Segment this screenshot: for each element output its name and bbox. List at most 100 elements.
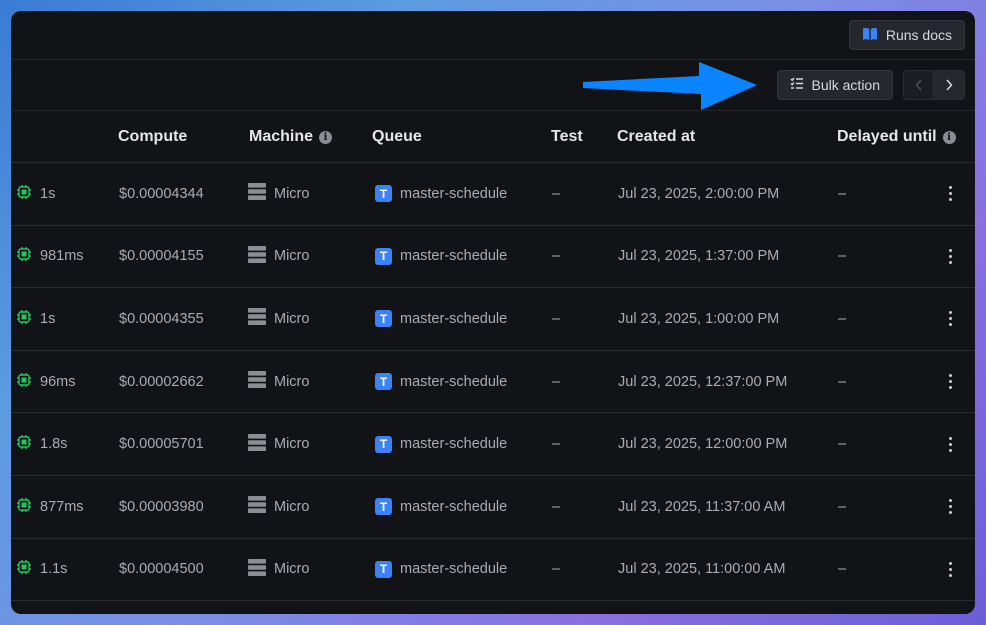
table-row[interactable]: 1.8s $0.00005701 Micro T master-schedule… [11, 413, 975, 476]
task-queue-icon: T [375, 185, 392, 203]
table-row[interactable]: 981ms $0.00004155 Micro T master-schedul… [11, 226, 975, 289]
row-menu-button[interactable] [949, 351, 952, 413]
column-created-at[interactable]: Created at [617, 128, 695, 146]
duration-value: 1.8s [40, 436, 68, 453]
cpu-icon [16, 434, 32, 454]
row-menu-button[interactable] [949, 226, 952, 288]
created-at-value: Jul 23, 2025, 1:37:00 PM [618, 248, 780, 265]
test-cell: – [552, 539, 560, 601]
row-menu-button[interactable] [949, 476, 952, 538]
more-vertical-icon [949, 436, 952, 452]
server-icon [248, 245, 266, 267]
queue-value: master-schedule [400, 436, 508, 453]
table-row[interactable]: 96ms $0.00002662 Micro T master-schedule… [11, 351, 975, 414]
queue-value: master-schedule [400, 248, 508, 265]
column-delayed-label: Delayed until [837, 128, 937, 145]
duration-cell: 877ms [16, 476, 84, 538]
machine-value: Micro [274, 436, 310, 453]
next-page-button[interactable] [934, 70, 965, 100]
duration-cell: 1s [16, 163, 55, 225]
test-value: – [552, 561, 561, 578]
runs-docs-label: Runs docs [885, 27, 952, 43]
machine-cell: Micro [248, 351, 309, 413]
column-test-label: Test [551, 128, 583, 145]
machine-value: Micro [274, 185, 310, 202]
created-at-value: Jul 23, 2025, 11:00:00 AM [618, 561, 786, 578]
machine-value: Micro [274, 498, 310, 515]
delayed-until-value: – [838, 310, 847, 327]
queue-value: master-schedule [400, 373, 508, 390]
test-value: – [552, 373, 561, 390]
duration-cell: 1.1s [16, 539, 67, 601]
created-at-value: Jul 23, 2025, 12:37:00 PM [618, 373, 788, 390]
delayed-until-value: – [838, 561, 847, 578]
compute-cell: $0.00005701 [119, 413, 204, 475]
cpu-icon [16, 372, 32, 392]
delayed-until-cell: – [838, 351, 846, 413]
table-row[interactable]: 1.1s $0.00004500 Micro T master-schedule… [11, 539, 975, 602]
test-value: – [552, 310, 561, 327]
compute-cost: $0.00003980 [119, 498, 204, 515]
column-queue[interactable]: Queue [372, 128, 422, 146]
cpu-icon [16, 246, 32, 266]
column-delayed-until[interactable]: Delayed until i [837, 128, 956, 146]
compute-cell: $0.00002662 [119, 351, 204, 413]
test-cell: – [552, 163, 560, 225]
info-icon[interactable]: i [319, 130, 333, 144]
queue-cell: T master-schedule [375, 226, 507, 288]
table-row[interactable]: 1s $0.00004344 Micro T master-schedule –… [11, 163, 975, 226]
book-icon [862, 27, 878, 44]
queue-cell: T master-schedule [375, 163, 507, 225]
test-value: – [552, 498, 561, 515]
test-cell: – [552, 413, 560, 475]
duration-value: 1.1s [40, 561, 68, 578]
machine-cell: Micro [248, 476, 309, 538]
bulk-action-button[interactable]: Bulk action [776, 70, 893, 100]
table-row[interactable]: 1s $0.00004355 Micro T master-schedule –… [11, 288, 975, 351]
column-compute-label: Compute [118, 128, 188, 145]
cpu-icon [16, 184, 32, 204]
queue-cell: T master-schedule [375, 413, 507, 475]
machine-cell: Micro [248, 226, 309, 288]
previous-page-button[interactable] [903, 70, 934, 100]
machine-value: Micro [274, 561, 310, 578]
column-compute[interactable]: Compute [118, 128, 187, 146]
test-cell: – [552, 288, 560, 350]
machine-value: Micro [274, 310, 310, 327]
compute-cost: $0.00004155 [119, 248, 204, 265]
compute-cost: $0.00005701 [119, 436, 204, 453]
compute-cell: $0.00003980 [119, 476, 204, 538]
table-body: 1s $0.00004344 Micro T master-schedule –… [11, 163, 975, 602]
column-machine[interactable]: Machine i [249, 128, 333, 146]
row-menu-button[interactable] [949, 539, 952, 601]
row-menu-button[interactable] [949, 163, 952, 225]
compute-cost: $0.00004344 [119, 185, 204, 202]
runs-docs-button[interactable]: Runs docs [848, 20, 965, 50]
queue-cell: T master-schedule [375, 476, 507, 538]
more-vertical-icon [949, 186, 952, 202]
compute-cell: $0.00004344 [119, 163, 204, 225]
row-menu-button[interactable] [949, 413, 952, 475]
top-bar: Runs docs [11, 11, 975, 60]
pagination [903, 70, 965, 100]
delayed-until-cell: – [838, 413, 846, 475]
compute-cell: $0.00004500 [119, 539, 204, 601]
column-machine-label: Machine [249, 128, 314, 145]
delayed-until-cell: – [838, 288, 846, 350]
runs-window: Runs docs Bulk action Compute Machine i … [11, 11, 975, 614]
delayed-until-cell: – [838, 476, 846, 538]
compute-cost: $0.00004355 [119, 310, 204, 327]
compute-cost: $0.00002662 [119, 373, 204, 390]
info-icon[interactable]: i [942, 130, 956, 144]
table-row[interactable]: 877ms $0.00003980 Micro T master-schedul… [11, 476, 975, 539]
test-cell: – [552, 351, 560, 413]
row-menu-button[interactable] [949, 288, 952, 350]
column-test[interactable]: Test [551, 128, 583, 146]
created-at-value: Jul 23, 2025, 2:00:00 PM [618, 185, 780, 202]
test-value: – [552, 185, 561, 202]
created-at-value: Jul 23, 2025, 11:37:00 AM [618, 498, 786, 515]
toolbar: Bulk action [11, 60, 975, 111]
duration-value: 877ms [40, 498, 84, 515]
more-vertical-icon [949, 248, 952, 264]
machine-cell: Micro [248, 539, 309, 601]
